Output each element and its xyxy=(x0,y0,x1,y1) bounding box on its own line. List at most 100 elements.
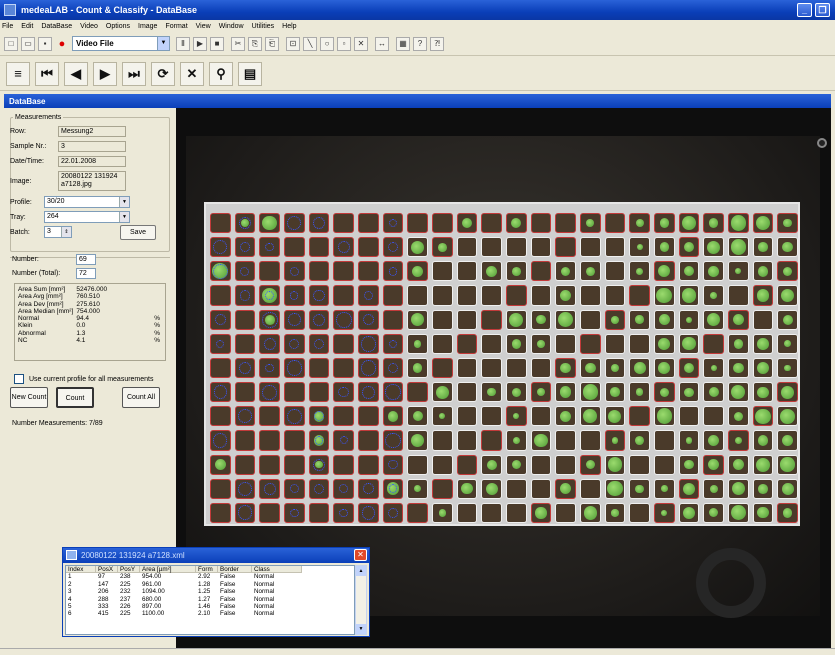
close-icon[interactable]: ✕ xyxy=(354,549,367,561)
table-row[interactable]: 4 288 237 680.00 1.27 False Normal xyxy=(66,596,354,603)
tray-cell xyxy=(358,430,379,451)
vertical-scrollbar[interactable]: ▲ ▼ xyxy=(355,565,367,635)
seedling xyxy=(709,484,718,493)
delete-record-icon[interactable]: ✕ xyxy=(180,61,204,86)
minimize-icon[interactable]: _ xyxy=(797,3,812,17)
menu-edit[interactable]: Edit xyxy=(21,23,33,30)
tray-select[interactable]: 264 ▼ xyxy=(44,211,130,223)
line-icon[interactable]: ╲ xyxy=(303,36,317,51)
new-icon[interactable]: □ xyxy=(4,36,18,51)
play-icon[interactable]: ▶ xyxy=(193,36,207,51)
count-button[interactable]: Count xyxy=(56,387,94,408)
column-posx[interactable]: PosX xyxy=(96,566,118,574)
source-select-value: Video File xyxy=(76,39,114,48)
tray-cell xyxy=(530,285,552,306)
source-select[interactable]: Video File ▼ xyxy=(72,36,170,51)
previous-record-icon[interactable]: ◀ xyxy=(64,61,88,86)
open-icon[interactable]: ▭ xyxy=(21,36,35,51)
resize-icon[interactable]: ↔ xyxy=(375,36,389,51)
new-count-button[interactable]: New Count xyxy=(10,387,48,408)
tray-cell xyxy=(210,285,231,306)
restore-icon[interactable]: ❐ xyxy=(815,3,830,17)
column-index[interactable]: Index xyxy=(66,566,96,574)
table-row[interactable]: 3 206 232 1094.00 1.25 False Normal xyxy=(66,588,354,595)
tray-cell xyxy=(728,285,749,306)
column-posy[interactable]: PosY xyxy=(118,566,140,574)
status-bar xyxy=(0,648,835,655)
search-icon[interactable]: ⚲ xyxy=(209,61,233,86)
tray-cell xyxy=(432,357,453,379)
next-record-icon[interactable]: ▶ xyxy=(93,61,117,86)
column-border[interactable]: Border xyxy=(218,566,252,574)
refresh-icon[interactable]: ⟳ xyxy=(151,61,175,86)
detection-outline xyxy=(313,290,325,302)
save-button[interactable]: Save xyxy=(120,225,156,240)
record-icon[interactable]: ● xyxy=(55,37,69,51)
table-row[interactable]: 6 415 225 1100.00 2.10 False Normal xyxy=(66,610,354,617)
seedling xyxy=(733,339,743,349)
cut-icon[interactable]: ✂ xyxy=(231,36,245,51)
ellipse-icon[interactable]: ○ xyxy=(320,36,334,51)
batch-stepper[interactable]: 3 ⇕ xyxy=(44,226,72,238)
table-view-icon[interactable]: ▤ xyxy=(238,61,262,86)
table-row[interactable]: 2 147 225 961.00 1.28 False Normal xyxy=(66,581,354,588)
stat-row: Area Avg [mm²] 760.510 xyxy=(18,293,100,301)
scroll-up-icon[interactable]: ▲ xyxy=(356,566,366,576)
menu-database[interactable]: DataBase xyxy=(41,23,72,30)
save-icon[interactable]: ▪ xyxy=(38,36,52,51)
spin-icon[interactable]: ⇕ xyxy=(61,227,71,237)
last-record-icon[interactable]: ⏭ xyxy=(122,61,146,86)
row-value: Messung2 xyxy=(58,126,126,137)
menu-utilities[interactable]: Utilities xyxy=(252,23,275,30)
use-profile-checkbox[interactable]: Use current profile for all measurements xyxy=(14,374,154,384)
menu-video[interactable]: Video xyxy=(80,23,98,30)
seedling xyxy=(635,315,644,324)
database-icon[interactable]: ≡ xyxy=(6,61,30,86)
seedling xyxy=(757,338,769,350)
tray-cell xyxy=(333,333,354,354)
seedling xyxy=(658,337,671,350)
scroll-down-icon[interactable]: ▼ xyxy=(356,624,366,634)
tray-cell xyxy=(308,261,330,282)
pause-icon[interactable]: Ⅱ xyxy=(176,36,190,51)
menu-view[interactable]: View xyxy=(196,23,211,30)
column-class[interactable]: Class xyxy=(252,566,302,574)
menu-image[interactable]: Image xyxy=(138,23,157,30)
tray-cell xyxy=(234,309,256,330)
count-all-button[interactable]: Count All xyxy=(122,387,160,408)
menu-format[interactable]: Format xyxy=(165,23,187,30)
help-icon[interactable]: ? xyxy=(413,36,427,51)
checkbox-icon[interactable] xyxy=(14,374,24,384)
select-icon[interactable]: ⊡ xyxy=(286,36,300,51)
menu-help[interactable]: Help xyxy=(282,23,296,30)
copy-icon[interactable]: ⎘ xyxy=(248,36,262,51)
column-form[interactable]: Form xyxy=(196,566,218,574)
tray-cell xyxy=(530,213,552,234)
stop-icon[interactable]: ■ xyxy=(210,36,224,51)
column-area[interactable]: Area [µm²] xyxy=(140,566,196,574)
grid-icon[interactable]: ▦ xyxy=(396,36,410,51)
paste-icon[interactable]: ⎗ xyxy=(265,36,279,51)
xml-result-window: 20080122 131924 a7128.xml ✕ Index PosX P… xyxy=(62,547,370,637)
table-row[interactable]: 5 333 226 897.00 1.46 False Normal xyxy=(66,603,354,610)
sample-value: 3 xyxy=(58,141,126,152)
menu-options[interactable]: Options xyxy=(106,23,130,30)
table-row[interactable]: 1 97 238 954.00 2.92 False Normal xyxy=(66,573,354,580)
xml-title-bar[interactable]: 20080122 131924 a7128.xml ✕ xyxy=(63,548,369,563)
first-record-icon[interactable]: ⏮ xyxy=(35,61,59,86)
tray-cell xyxy=(456,285,478,306)
rectangle-icon[interactable]: ▫ xyxy=(337,36,351,51)
context-help-icon[interactable]: ⁈ xyxy=(430,36,444,51)
detection-outline xyxy=(238,217,252,230)
seedling xyxy=(782,314,793,325)
profile-select[interactable]: 30/20 ▼ xyxy=(44,196,130,208)
menu-bar: File Edit DataBase Video Options Image F… xyxy=(0,20,835,32)
detection-outline xyxy=(360,360,376,376)
seedling xyxy=(781,482,794,495)
menu-file[interactable]: File xyxy=(2,23,13,30)
seedling xyxy=(635,218,644,228)
menu-window[interactable]: Window xyxy=(219,23,244,30)
image-value: 20080122 131924 a7128.jpg xyxy=(58,171,126,191)
navigation-toolbar: ≡ ⏮ ◀ ▶ ⏭ ⟳ ✕ ⚲ ▤ xyxy=(0,57,835,91)
delete-icon[interactable]: ✕ xyxy=(354,36,368,51)
